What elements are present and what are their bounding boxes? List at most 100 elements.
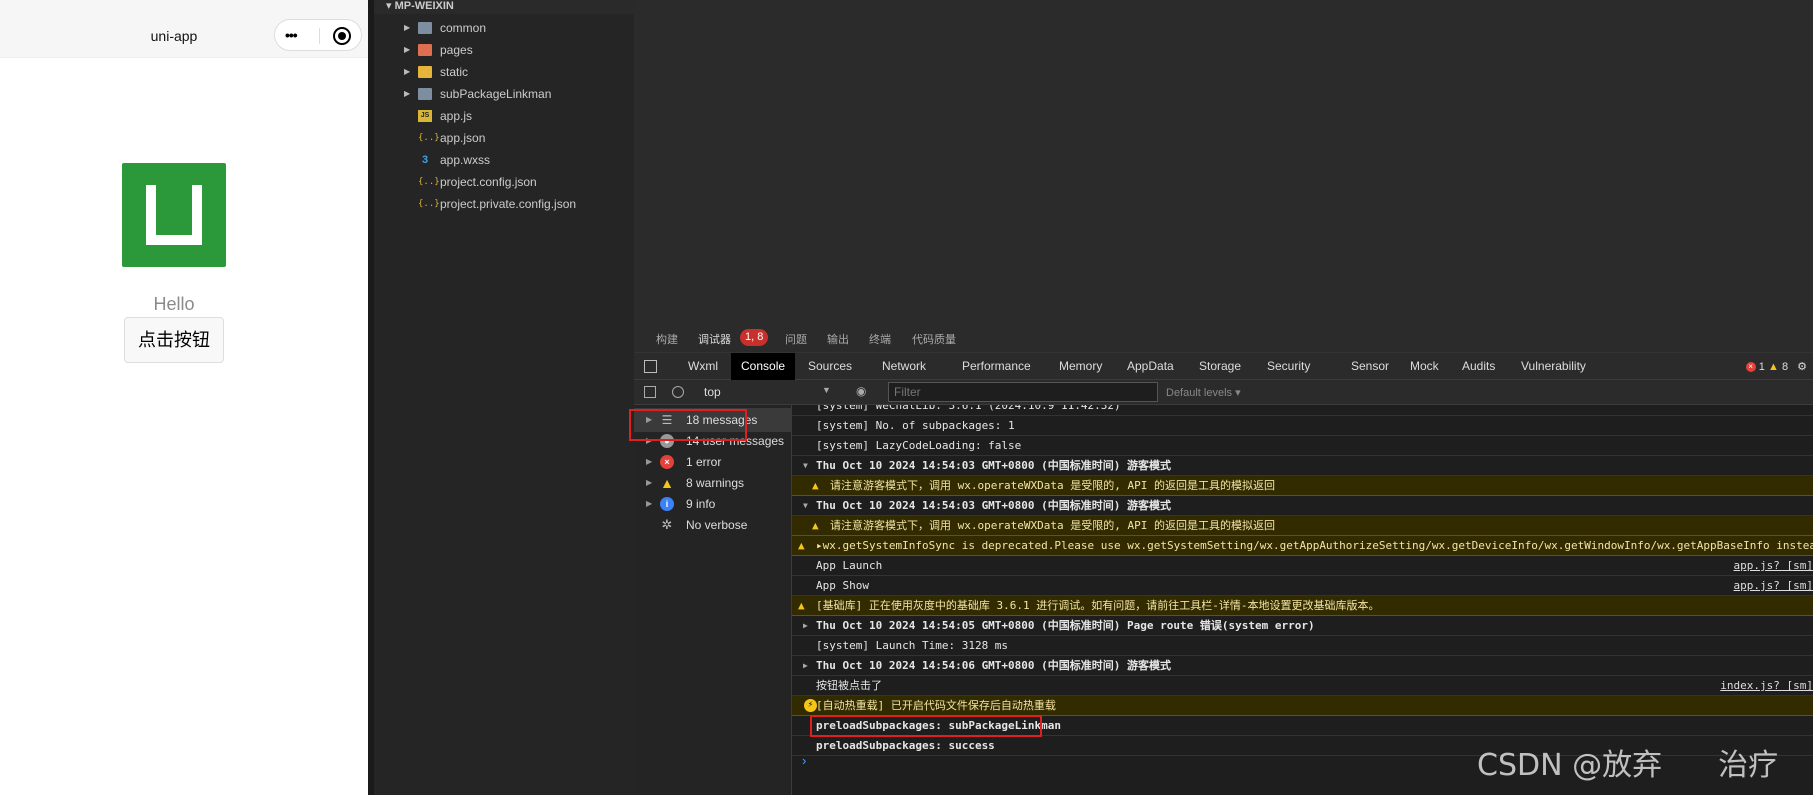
- more-icon[interactable]: •••: [285, 28, 298, 42]
- log-line: 按钮被点击了 index.js? [sm]: [792, 676, 1813, 696]
- log-line: [system] Launch Time: 3128 ms: [792, 636, 1813, 656]
- tab-build[interactable]: 构建: [656, 331, 678, 347]
- console-sidebar: ▶ ☰ 18 messages ▶ ● 14 user messages ▶ ×…: [629, 405, 792, 795]
- tab-sources[interactable]: Sources: [798, 353, 862, 380]
- tab-mock[interactable]: Mock: [1400, 353, 1449, 380]
- log-warning: ▲ 请注意游客模式下，调用 wx.operateWXData 是受限的, API …: [792, 476, 1813, 496]
- highlight-box: [629, 409, 747, 441]
- css-file-icon: 3: [421, 154, 429, 166]
- tab-wxml[interactable]: Wxml: [678, 353, 728, 380]
- context-selector[interactable]: top ▼: [704, 385, 831, 399]
- tree-item-project-config-json[interactable]: {..} project.config.json: [374, 171, 634, 193]
- log-text: 请注意游客模式下，调用 wx.operateWXData 是受限的, API 的…: [830, 479, 1275, 492]
- dropdown-arrow-icon: ▼: [822, 385, 831, 395]
- log-line: [system] No. of subpackages: 1: [792, 416, 1813, 436]
- watermark-right: 治疗: [1718, 748, 1779, 783]
- log-text: App Show: [816, 579, 869, 592]
- close-record-icon[interactable]: [333, 27, 351, 45]
- log-text: [system] LazyCodeLoading: false: [816, 439, 1022, 452]
- tree-item-project-private-config-json[interactable]: {..} project.private.config.json: [374, 193, 634, 215]
- log-warning: ⚡ [自动热重载] 已开启代码文件保存后自动热重载: [792, 696, 1813, 716]
- warning-count: 8: [1781, 361, 1789, 373]
- log-line: [system] WeChatLib: 3.6.1 (2024.10.9 11:…: [792, 405, 1813, 416]
- log-text: App Launch: [816, 559, 883, 572]
- settings-gear-icon[interactable]: ⚙: [1797, 361, 1807, 373]
- console-prompt-icon[interactable]: ›: [802, 753, 806, 768]
- folder-icon: [418, 66, 432, 78]
- log-text: Thu Oct 10 2024 14:54:03 GMT+0800 (中国标准时…: [816, 459, 1172, 472]
- tree-item-label: static: [440, 65, 469, 79]
- sidebar-item-verbose[interactable]: ✲ No verbose: [634, 513, 792, 537]
- tree-item-app-wxss[interactable]: 3 app.wxss: [374, 149, 634, 171]
- capsule-menu[interactable]: •••: [274, 19, 362, 51]
- log-warning[interactable]: ▲ ▸wx.getSystemInfoSync is deprecated.Ple…: [792, 536, 1813, 556]
- click-button[interactable]: 点击按钮: [124, 317, 224, 363]
- tab-appdata[interactable]: AppData: [1117, 353, 1184, 380]
- tab-sensor[interactable]: Sensor: [1341, 353, 1399, 380]
- tab-memory[interactable]: Memory: [1049, 353, 1112, 380]
- expand-icon[interactable]: ▼: [803, 456, 808, 475]
- clear-console-icon[interactable]: [672, 386, 684, 398]
- tab-code-quality[interactable]: 代码质量: [912, 331, 956, 347]
- watermark-left: CSDN @放弃: [1477, 748, 1663, 783]
- json-file-icon: {..}: [418, 199, 440, 209]
- log-group[interactable]: ▼ Thu Oct 10 2024 14:54:03 GMT+0800 (中国标准…: [792, 496, 1813, 516]
- tree-item-pages[interactable]: ▶ pages: [374, 39, 634, 61]
- log-text: [system] Launch Time: 3128 ms: [816, 639, 1009, 652]
- error-icon: ×: [1745, 362, 1756, 373]
- log-line: App Show app.js? [sm]: [792, 576, 1813, 596]
- expand-icon[interactable]: ▶: [803, 656, 808, 675]
- log-group[interactable]: ▶ Thu Oct 10 2024 14:54:05 GMT+0800 (中国标准…: [792, 616, 1813, 636]
- tree-item-label: project.config.json: [440, 175, 537, 189]
- tab-security[interactable]: Security: [1257, 353, 1320, 380]
- devtools-panel: 构建 调试器 1, 8 问题 输出 终端 代码质量 Wxml Console S…: [629, 322, 1813, 795]
- log-group[interactable]: ▼ Thu Oct 10 2024 14:54:03 GMT+0800 (中国标准…: [792, 456, 1813, 476]
- source-link[interactable]: app.js? [sm]: [1734, 556, 1813, 575]
- json-file-icon: {..}: [418, 177, 440, 187]
- expand-icon[interactable]: ▶: [803, 616, 808, 635]
- explorer-header[interactable]: ▾ MP-WEIXIN: [374, 0, 634, 14]
- filter-input[interactable]: [888, 382, 1158, 402]
- chevron-right-icon: ▶: [404, 23, 411, 32]
- tree-item-common[interactable]: ▶ common: [374, 17, 634, 39]
- folder-icon: [418, 88, 432, 100]
- tree-item-app-json[interactable]: {..} app.json: [374, 127, 634, 149]
- source-link[interactable]: index.js? [sm]: [1720, 676, 1813, 695]
- sidebar-item-label: No verbose: [686, 518, 748, 532]
- json-file-icon: {..}: [418, 133, 440, 143]
- log-warning: ▲ [基础库] 正在使用灰度中的基础库 3.6.1 进行调试。如有问题，请前往工具…: [792, 596, 1813, 616]
- log-text: preloadSubpackages: success: [816, 739, 995, 752]
- show-sidebar-icon[interactable]: [644, 386, 656, 398]
- tree-item-subpackagelinkman[interactable]: ▶ subPackageLinkman: [374, 83, 634, 105]
- tab-audits[interactable]: Audits: [1452, 353, 1505, 380]
- log-text: ▸wx.getSystemInfoSync is deprecated.Plea…: [816, 539, 1813, 552]
- source-link[interactable]: app.js? [sm]: [1734, 576, 1813, 595]
- tree-item-label: common: [440, 21, 487, 35]
- tree-item-app-js[interactable]: JS app.js: [374, 105, 634, 127]
- warning-icon: ▲: [1767, 361, 1779, 373]
- log-text: 按钮被点击了: [816, 679, 882, 692]
- editor-area: [634, 0, 1813, 322]
- tab-network[interactable]: Network: [872, 353, 936, 380]
- chevron-right-icon: ▶: [404, 89, 411, 98]
- inspect-element-icon[interactable]: [644, 360, 657, 373]
- tree-item-static[interactable]: ▶ static: [374, 61, 634, 83]
- tab-output[interactable]: 输出: [827, 331, 849, 347]
- tab-vulnerability[interactable]: Vulnerability: [1511, 353, 1596, 380]
- tree-item-label: app.wxss: [440, 153, 491, 167]
- log-text: Thu Oct 10 2024 14:54:03 GMT+0800 (中国标准时…: [816, 499, 1172, 512]
- tab-performance[interactable]: Performance: [952, 353, 1041, 380]
- tab-debugger[interactable]: 调试器: [698, 331, 731, 347]
- tab-storage[interactable]: Storage: [1189, 353, 1251, 380]
- issue-counters[interactable]: × 1 ▲ 8 ⚙: [1745, 360, 1807, 373]
- ide-window: uni-app ••• Hello 点击按钮 ▾ MP-WEIXIN ▶ com…: [0, 0, 1813, 795]
- eye-icon[interactable]: ◉: [856, 384, 866, 398]
- log-text: Thu Oct 10 2024 14:54:06 GMT+0800 (中国标准时…: [816, 659, 1172, 672]
- log-levels-dropdown[interactable]: Default levels ▾: [1166, 386, 1241, 399]
- tab-console[interactable]: Console: [731, 353, 796, 380]
- log-group[interactable]: ▶ Thu Oct 10 2024 14:54:06 GMT+0800 (中国标准…: [792, 656, 1813, 676]
- log-text: [自动热重载] 已开启代码文件保存后自动热重载: [816, 699, 1056, 712]
- expand-icon[interactable]: ▼: [803, 496, 808, 515]
- tab-problems[interactable]: 问题: [785, 331, 807, 347]
- tab-terminal[interactable]: 终端: [869, 331, 891, 347]
